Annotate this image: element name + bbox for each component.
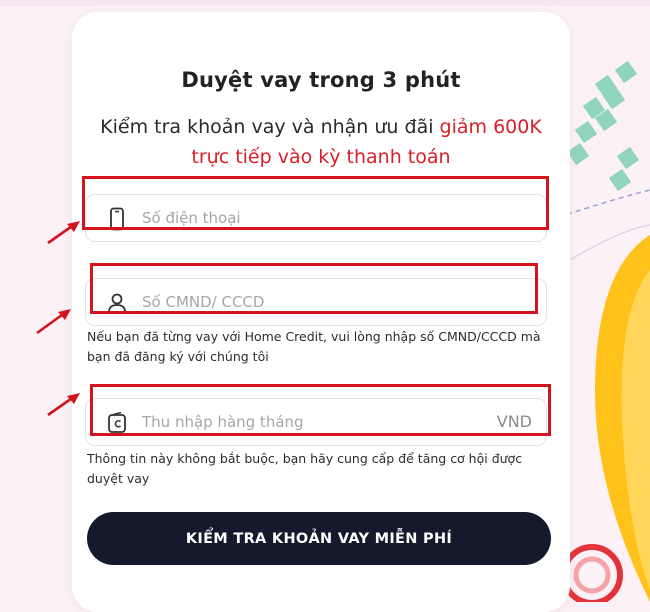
subtitle-highlight: giảm 600K — [439, 116, 542, 138]
annotation-box-phone — [82, 176, 549, 230]
annotation-box-id-card — [90, 263, 538, 314]
subtitle-highlight-line2: trực tiếp vào kỳ thanh toán — [191, 146, 451, 168]
subtitle-text: Kiểm tra khoản vay và nhận ưu đãi — [100, 116, 434, 138]
annotation-box-income — [90, 384, 551, 436]
form-subtitle: Kiểm tra khoản vay và nhận ưu đãi giảm 6… — [72, 112, 570, 172]
annotation-arrow-icon — [47, 393, 80, 417]
form-title: Duyệt vay trong 3 phút — [181, 68, 461, 92]
annotation-arrow-icon — [36, 309, 71, 335]
check-loan-button[interactable]: KIỂM TRA KHOẢN VAY MIỄN PHÍ — [87, 512, 551, 565]
annotation-arrow-icon — [47, 221, 80, 245]
income-hint: Thông tin này không bắt buộc, bạn hãy cu… — [87, 451, 523, 486]
id-card-hint: Nếu bạn đã từng vay với Home Credit, vui… — [87, 329, 541, 364]
